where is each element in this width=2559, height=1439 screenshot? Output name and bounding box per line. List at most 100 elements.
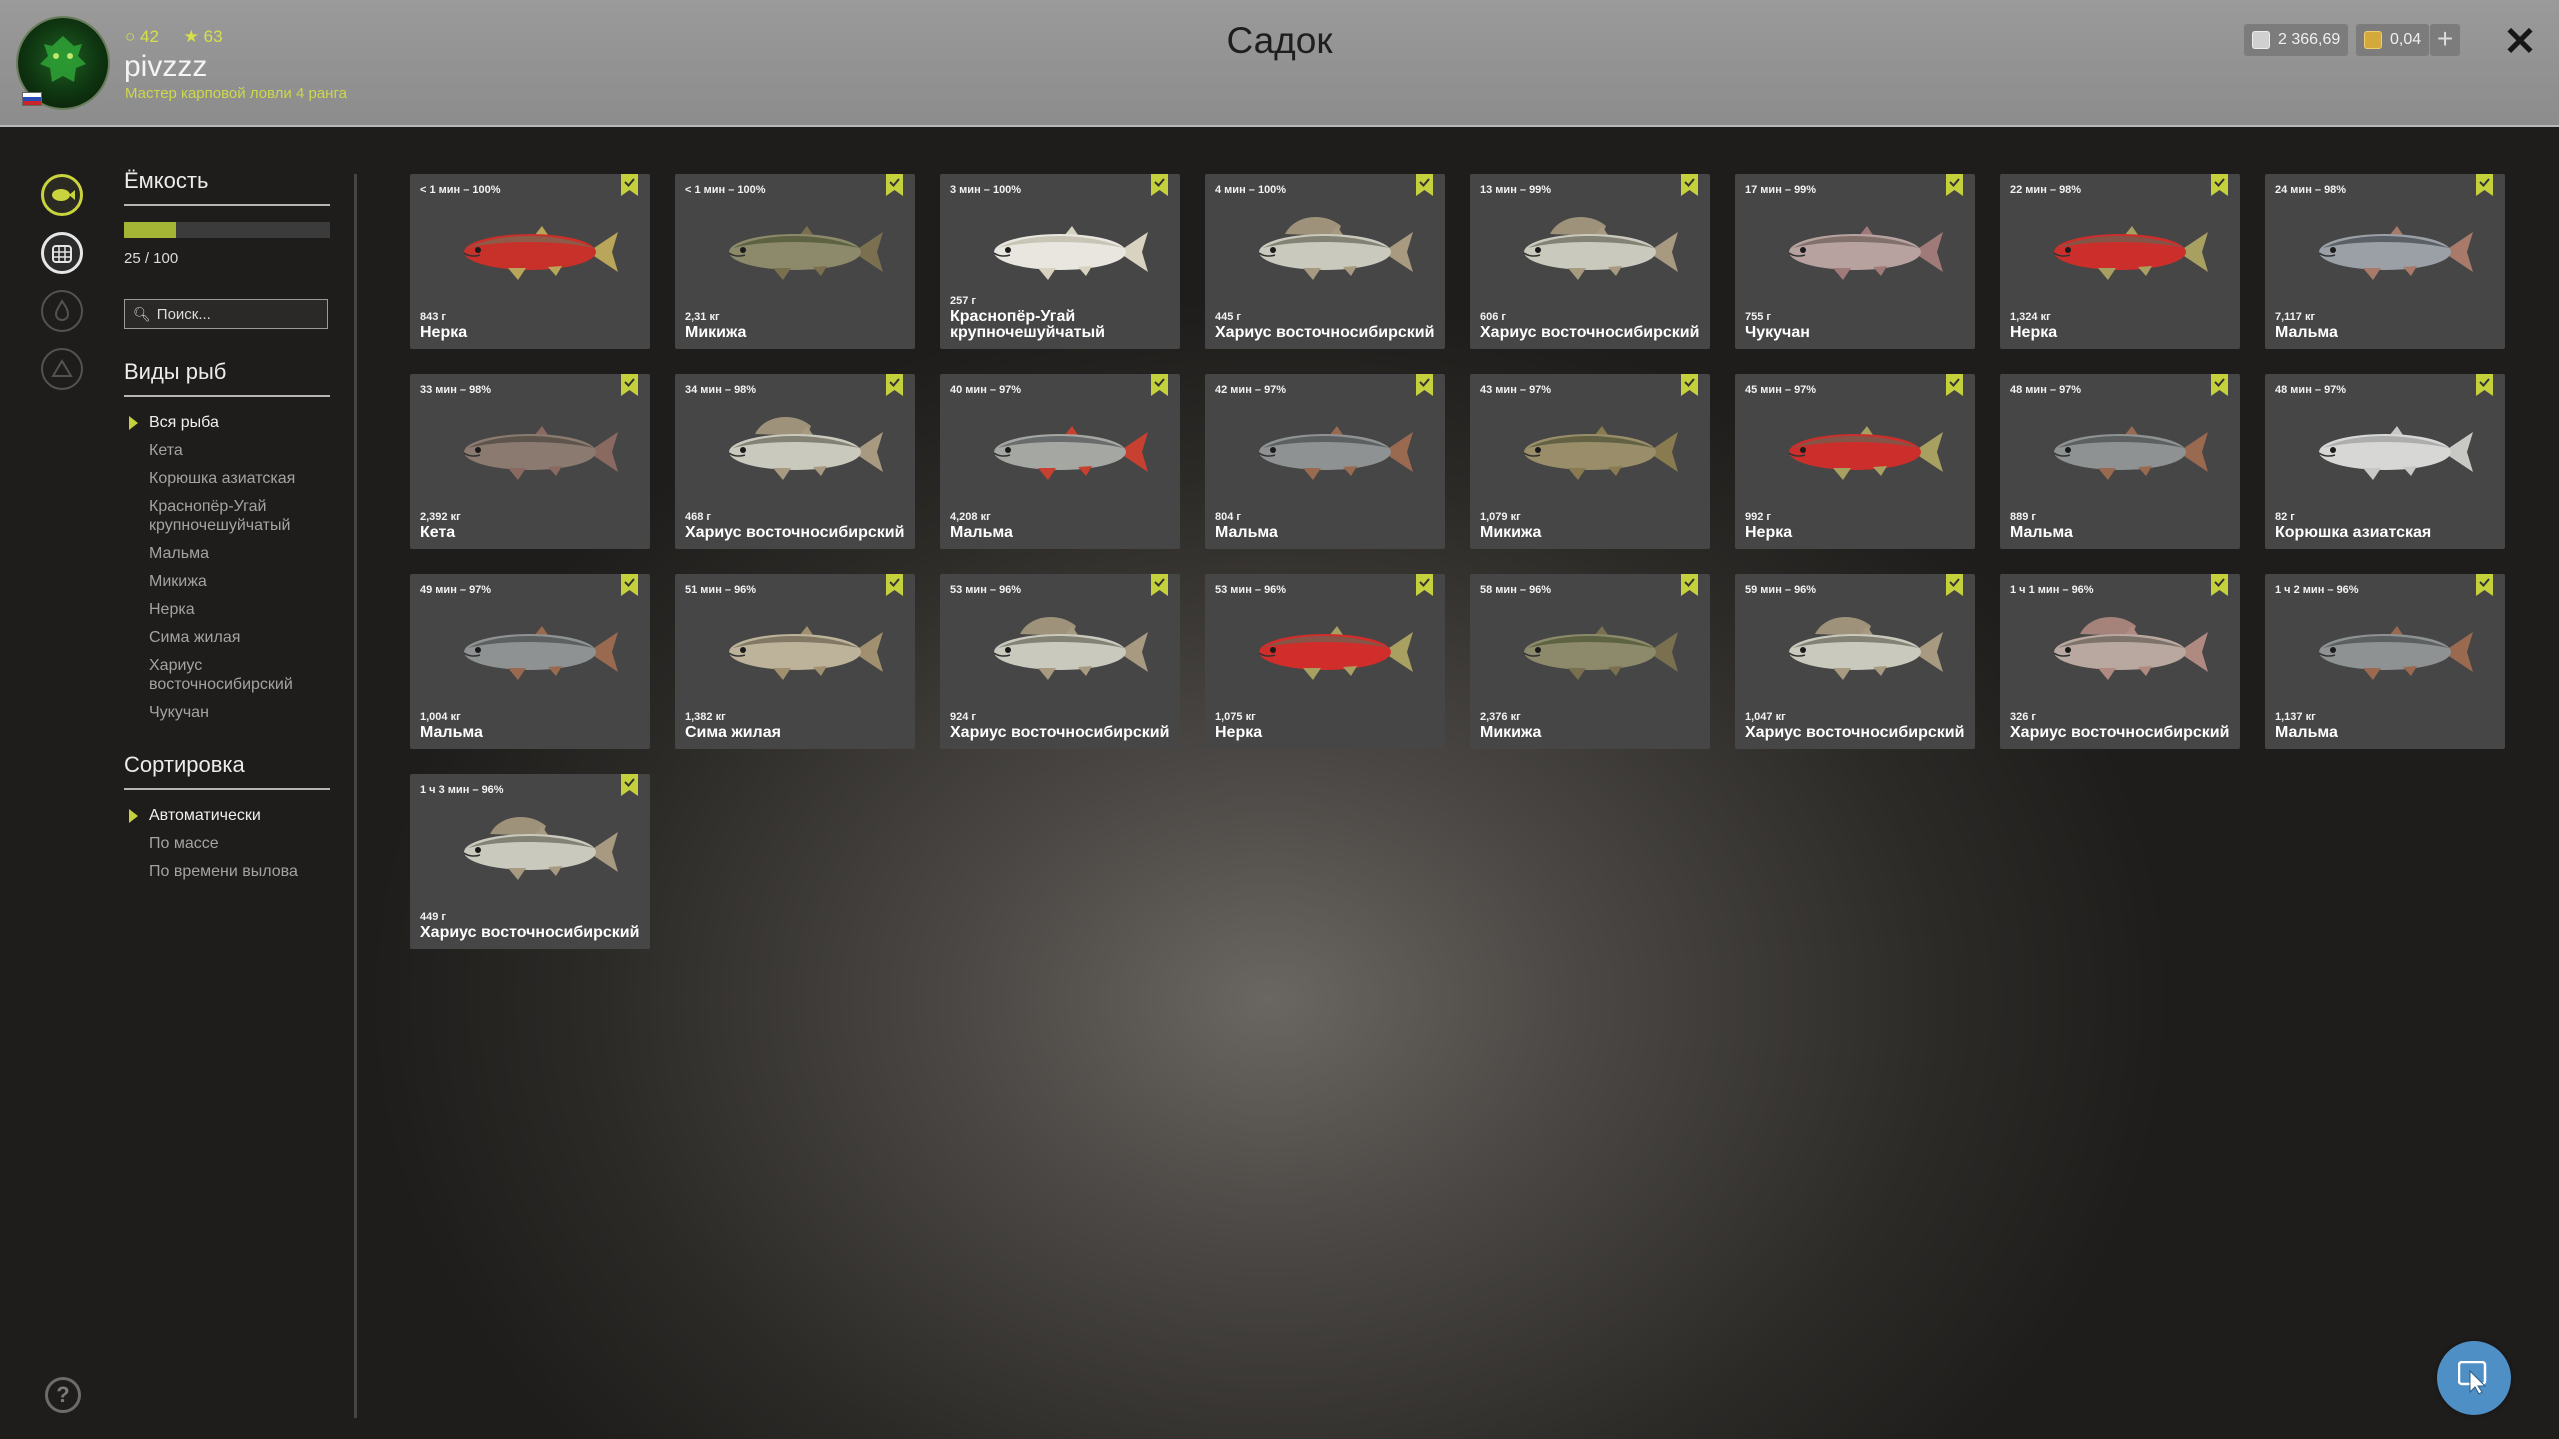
species-item[interactable]: Кета: [124, 441, 330, 460]
bookmark-check-icon[interactable]: [2211, 174, 2228, 196]
bookmark-check-icon[interactable]: [2476, 374, 2493, 396]
close-button[interactable]: ✕: [2498, 20, 2542, 64]
search-input[interactable]: 🔍︎ Поиск...: [124, 299, 328, 329]
gold-coin-icon: [2364, 31, 2382, 49]
fish-card[interactable]: 58 мин – 96% 2,376 кг Микижа: [1470, 574, 1710, 749]
fish-card[interactable]: 3 мин – 100% 257 г Краснопёр-Угай крупно…: [940, 174, 1180, 349]
species-item[interactable]: Мальма: [124, 544, 330, 563]
bookmark-check-icon[interactable]: [1946, 174, 1963, 196]
catch-time-label: < 1 мин – 100%: [685, 184, 766, 196]
species-item[interactable]: Нерка: [124, 600, 330, 619]
fish-card[interactable]: 43 мин – 97% 1,079 кг Микижа: [1470, 374, 1710, 549]
fish-card[interactable]: 45 мин – 97% 992 г Нерка: [1735, 374, 1975, 549]
bookmark-check-icon[interactable]: [886, 574, 903, 596]
fish-name: Хариус восточносибирский: [420, 924, 640, 941]
fish-info: 468 г Хариус восточносибирский: [685, 511, 907, 541]
bookmark-check-icon[interactable]: [621, 174, 638, 196]
species-item-label: Корюшка азиатская: [149, 470, 296, 487]
bookmark-check-icon[interactable]: [1416, 174, 1433, 196]
bookmark-check-icon[interactable]: [1151, 174, 1168, 196]
fish-name: Хариус восточносибирский: [685, 524, 905, 541]
fish-card[interactable]: 48 мин – 97% 889 г Мальма: [2000, 374, 2240, 549]
species-item[interactable]: Краснопёр-Угай крупночешуйчатый: [124, 497, 330, 535]
bookmark-check-icon[interactable]: [1416, 374, 1433, 396]
fish-card[interactable]: 48 мин – 97% 82 г Корюшка азиатская: [2265, 374, 2505, 549]
fish-weight: 843 г: [420, 311, 446, 323]
capacity-title: Ёмкость: [124, 168, 209, 193]
fish-card[interactable]: 34 мин – 98% 468 г Хариус восточносибирс…: [675, 374, 915, 549]
fish-card[interactable]: 22 мин – 98% 1,324 кг Нерка: [2000, 174, 2240, 349]
species-item[interactable]: Вся рыба: [124, 413, 330, 432]
bookmark-check-icon[interactable]: [1681, 174, 1698, 196]
bookmark-check-icon[interactable]: [2476, 174, 2493, 196]
fish-card[interactable]: 51 мин – 96% 1,382 кг Сима жилая: [675, 574, 915, 749]
bookmark-check-icon[interactable]: [1681, 574, 1698, 596]
bookmark-check-icon[interactable]: [621, 574, 638, 596]
search-icon: 🔍︎: [133, 305, 151, 322]
divider: [124, 788, 330, 790]
camp-tab-icon[interactable]: [41, 348, 83, 390]
fish-card[interactable]: 59 мин – 96% 1,047 кг Хариус восточносиб…: [1735, 574, 1975, 749]
fish-card[interactable]: 42 мин – 97% 804 г Мальма: [1205, 374, 1445, 549]
fish-weight: 445 г: [1215, 311, 1241, 323]
fish-card[interactable]: 24 мин – 98% 7,117 кг Мальма: [2265, 174, 2505, 349]
fish-name: Хариус восточносибирский: [1745, 724, 1965, 741]
fish-weight: 992 г: [1745, 511, 1771, 523]
bookmark-check-icon[interactable]: [1416, 574, 1433, 596]
fish-card[interactable]: 1 ч 3 мин – 96% 449 г Хариус восточносиб…: [410, 774, 650, 949]
species-item[interactable]: Хариус восточносибирский: [124, 656, 330, 694]
fish-card[interactable]: 1 ч 1 мин – 96% 326 г Хариус восточносиб…: [2000, 574, 2240, 749]
bookmark-check-icon[interactable]: [1151, 574, 1168, 596]
bookmark-check-icon[interactable]: [886, 174, 903, 196]
bookmark-check-icon[interactable]: [621, 374, 638, 396]
keepnet-tab-icon[interactable]: [41, 232, 83, 274]
silver-value: 2 366,69: [2278, 31, 2341, 48]
fish-card[interactable]: 40 мин – 97% 4,208 кг Мальма: [940, 374, 1180, 549]
bookmark-check-icon[interactable]: [1946, 574, 1963, 596]
species-item[interactable]: Чукучан: [124, 703, 330, 722]
fish-card[interactable]: 33 мин – 98% 2,392 кг Кета: [410, 374, 650, 549]
fish-info: 1,079 кг Микижа: [1480, 511, 1702, 541]
fish-weight: 1,137 кг: [2275, 711, 2316, 723]
fish-card[interactable]: 49 мин – 97% 1,004 кг Мальма: [410, 574, 650, 749]
fish-name: Кета: [420, 524, 456, 541]
fish-card[interactable]: 17 мин – 99% 755 г Чукучан: [1735, 174, 1975, 349]
fish-card[interactable]: 1 ч 2 мин – 96% 1,137 кг Мальма: [2265, 574, 2505, 749]
bookmark-check-icon[interactable]: [621, 774, 638, 796]
bookmark-check-icon[interactable]: [2211, 374, 2228, 396]
sort-item[interactable]: Автоматически: [124, 806, 330, 825]
bookmark-check-icon[interactable]: [2476, 574, 2493, 596]
fish-info: 843 г Нерка: [420, 311, 642, 341]
help-icon[interactable]: ?: [45, 1377, 81, 1413]
bookmark-check-icon[interactable]: [2211, 574, 2228, 596]
fish-card[interactable]: < 1 мин – 100% 2,31 кг Микижа: [675, 174, 915, 349]
cursor-mode-button[interactable]: [2437, 1341, 2511, 1415]
cursor-icon: [2458, 1361, 2487, 1395]
bookmark-check-icon[interactable]: [886, 374, 903, 396]
fish-weight: 889 г: [2010, 511, 2036, 523]
fish-weight: 82 г: [2275, 511, 2295, 523]
sort-item[interactable]: По массе: [124, 834, 330, 853]
bookmark-check-icon[interactable]: [1681, 374, 1698, 396]
fish-card[interactable]: 53 мин – 96% 924 г Хариус восточносибирс…: [940, 574, 1180, 749]
fish-name: Хариус восточносибирский: [950, 724, 1170, 741]
campfire-tab-icon[interactable]: [41, 290, 83, 332]
fish-name: Хариус восточносибирский: [1480, 324, 1700, 341]
species-item[interactable]: Корюшка азиатская: [124, 469, 330, 488]
fish-card[interactable]: 13 мин – 99% 606 г Хариус восточносибирс…: [1470, 174, 1710, 349]
species-item-label: Кета: [149, 442, 183, 459]
fish-tab-icon[interactable]: [41, 174, 83, 216]
species-item[interactable]: Микижа: [124, 572, 330, 591]
sort-item[interactable]: По времени вылова: [124, 862, 330, 881]
fish-name: Корюшка азиатская: [2275, 524, 2432, 541]
fish-dolly-varden-icon: [1258, 426, 1413, 480]
fish-card[interactable]: < 1 мин – 100% 843 г Нерка: [410, 174, 650, 349]
fish-card[interactable]: 4 мин – 100% 445 г Хариус восточносибирс…: [1205, 174, 1445, 349]
bookmark-check-icon[interactable]: [1151, 374, 1168, 396]
fish-card[interactable]: 53 мин – 96% 1,075 кг Нерка: [1205, 574, 1445, 749]
species-item[interactable]: Сима жилая: [124, 628, 330, 647]
add-currency-button[interactable]: +: [2430, 24, 2460, 56]
bookmark-check-icon[interactable]: [1946, 374, 1963, 396]
fish-info: 2,31 кг Микижа: [685, 311, 907, 341]
divider: [124, 395, 330, 397]
